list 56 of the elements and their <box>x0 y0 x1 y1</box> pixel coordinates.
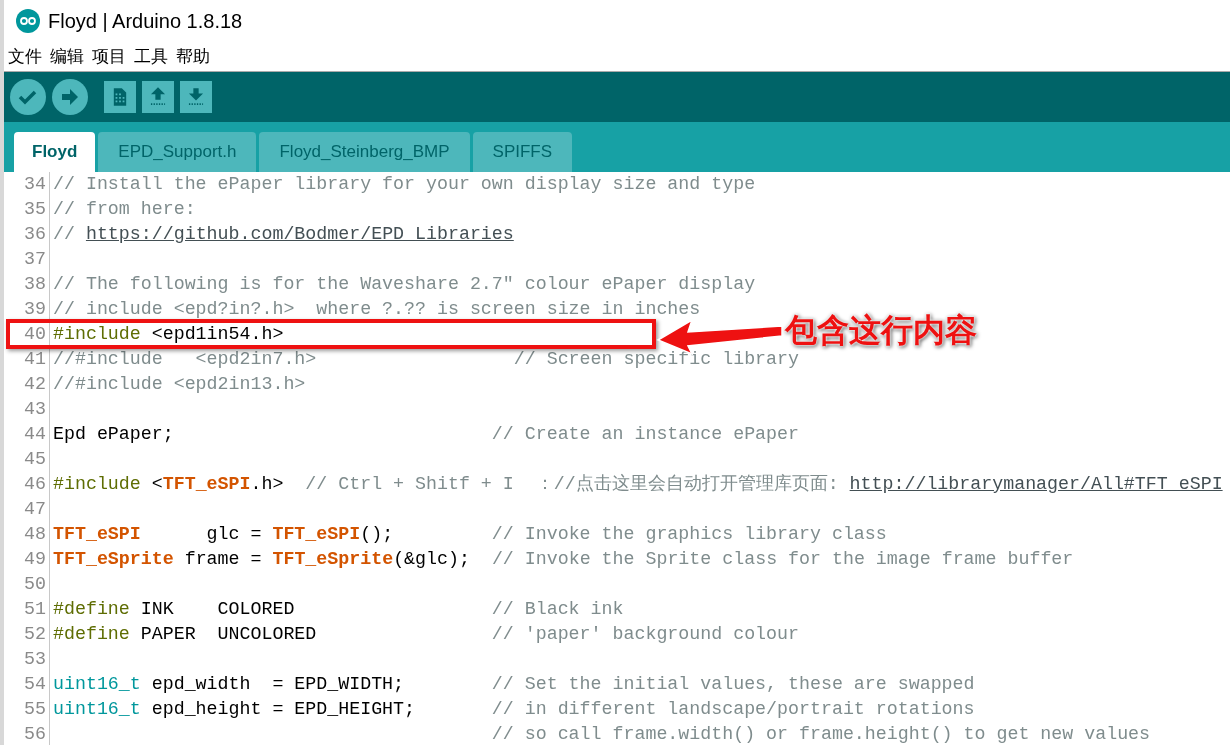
code-line: TFT_eSprite frame = TFT_eSprite(&glc); // Invoke the Sprite class for the image frame buffer <box>52 547 1074 571</box>
line-number: 35 <box>4 197 50 222</box>
menu-item[interactable]: 文件 <box>8 43 42 70</box>
line-number: 38 <box>4 272 50 297</box>
code-line: //#include <epd2in7.h> // Screen specific library <box>52 347 799 371</box>
line-number: 50 <box>4 572 50 597</box>
code-line: #include <TFT_eSPI.h> // Ctrl + Shitf + I ：//点击这里会自动打开管理库页面: http://librarymanager/All#TFT_eSPI <box>52 472 1223 496</box>
annotation-label: 包含这行内容 <box>785 311 977 350</box>
code-line: #define INK COLORED // Black ink <box>52 597 624 621</box>
open-button[interactable] <box>142 81 174 113</box>
menu-item[interactable]: 编辑 <box>50 43 84 70</box>
line-number: 47 <box>4 497 50 522</box>
line-number: 49 <box>4 547 50 572</box>
file-tab[interactable]: Floyd <box>14 132 96 172</box>
code-line: uint16_t epd_height = EPD_HEIGHT; // in different landscape/portrait rotations <box>52 697 975 721</box>
line-number: 39 <box>4 297 50 322</box>
code-line: // Install the ePaper library for your own display size and type <box>52 172 756 196</box>
line-number: 54 <box>4 672 50 697</box>
line-number: 55 <box>4 697 50 722</box>
line-number: 41 <box>4 347 50 372</box>
line-number: 44 <box>4 422 50 447</box>
upload-button[interactable] <box>52 79 88 115</box>
verify-button[interactable] <box>10 79 46 115</box>
line-number: 34 <box>4 172 50 197</box>
new-button[interactable] <box>104 81 136 113</box>
code-line: //#include <epd2in13.h> <box>52 372 306 396</box>
code-line: // from here: <box>52 197 196 221</box>
code-link[interactable]: http://librarymanager/All#TFT_eSPI <box>849 473 1223 494</box>
line-number: 40 <box>4 322 50 347</box>
line-number: 56 <box>4 722 50 745</box>
code-line: TFT_eSPI glc = TFT_eSPI(); // Invoke the graphics library class <box>52 522 887 546</box>
code-line: #define PAPER UNCOLORED // 'paper' background colour <box>52 622 799 646</box>
line-number: 36 <box>4 222 50 247</box>
menu-item[interactable]: 工具 <box>134 43 168 70</box>
code-link[interactable]: https://github.com/Bodmer/EPD_Libraries <box>85 223 514 244</box>
menu-item[interactable]: 帮助 <box>176 43 210 70</box>
line-number: 52 <box>4 622 50 647</box>
line-number: 48 <box>4 522 50 547</box>
line-number: 53 <box>4 647 50 672</box>
line-number: 45 <box>4 447 50 472</box>
menu-item[interactable]: 项目 <box>92 43 126 70</box>
line-number: 42 <box>4 372 50 397</box>
window-title: Floyd | Arduino 1.8.18 <box>48 9 243 34</box>
code-line: uint16_t epd_width = EPD_WIDTH; // Set the initial values, these are swapped <box>52 672 975 696</box>
line-number: 43 <box>4 397 50 422</box>
line-number: 46 <box>4 472 50 497</box>
app-logo-icon <box>16 9 40 33</box>
line-number: 37 <box>4 247 50 272</box>
code-line: #include <epd1in54.h> <box>52 322 284 346</box>
code-line: // so call frame.width() or frame.height() to get new values <box>490 722 1151 745</box>
code-line: // https://github.com/Bodmer/EPD_Libraries <box>52 222 514 246</box>
code-line: Epd ePaper; // Create an instance ePaper <box>52 422 799 446</box>
code-line: // The following is for the Waveshare 2.7" colour ePaper display <box>52 272 756 296</box>
save-button[interactable] <box>180 81 212 113</box>
line-number: 51 <box>4 597 50 622</box>
code-line: // include <epd?in?.h> where ?.?? is screen size in inches <box>52 297 701 321</box>
